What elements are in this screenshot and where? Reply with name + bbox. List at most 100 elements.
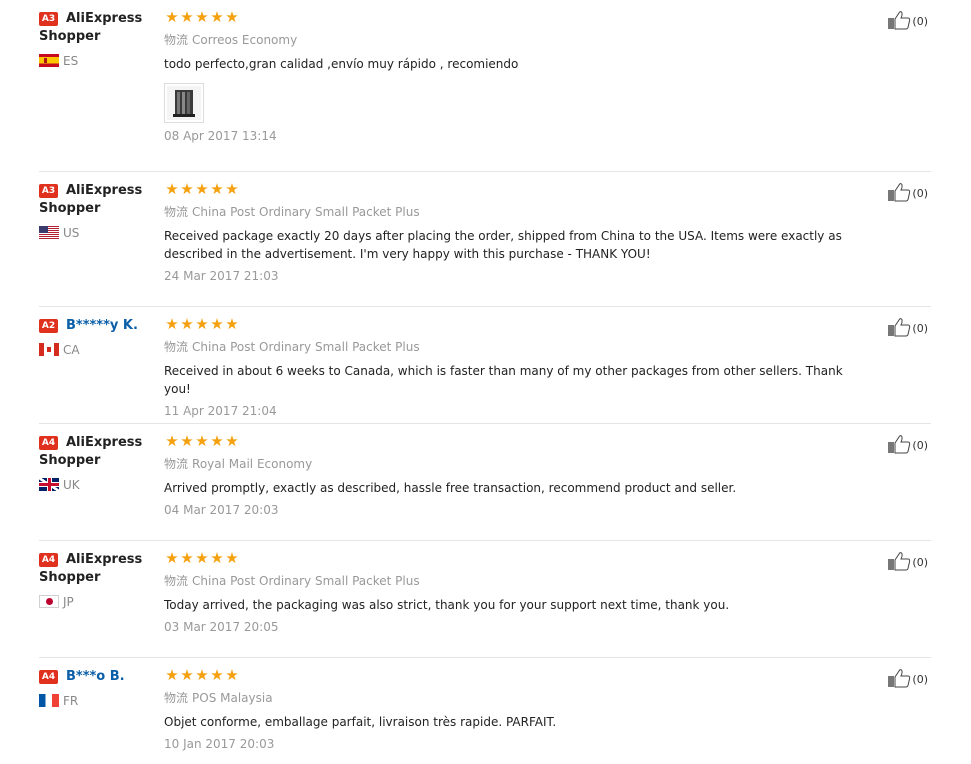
- reviewer-name: AliExpress: [66, 435, 143, 450]
- reviewer-name: AliExpress: [66, 11, 143, 26]
- star-icon: ★: [180, 432, 193, 450]
- logistics-icon: 物流: [164, 205, 189, 219]
- star-icon: ★: [180, 549, 193, 567]
- review-text: Today arrived, the packaging was also st…: [164, 598, 730, 612]
- helpful-count: (0): [912, 673, 928, 686]
- helpful-count: (0): [912, 322, 928, 335]
- helpful-button[interactable]: (0): [887, 10, 928, 30]
- canada-flag-icon: [39, 343, 59, 356]
- star-icon: ★: [225, 666, 238, 684]
- reviewer-name-line2: Shopper: [39, 453, 101, 468]
- japan-flag-icon: [39, 595, 59, 608]
- helpful-button[interactable]: (0): [887, 551, 928, 571]
- helpful-button[interactable]: (0): [887, 668, 928, 688]
- review-text: Arrived promptly, exactly as described, …: [164, 481, 737, 495]
- star-icon: ★: [180, 180, 193, 198]
- star-rating: ★ ★ ★ ★ ★: [164, 10, 861, 25]
- uk-flag-icon: [39, 478, 59, 491]
- helpful-button[interactable]: (0): [887, 317, 928, 337]
- star-icon: ★: [225, 549, 238, 567]
- review-text: Received package exactly 20 days after p…: [164, 229, 842, 261]
- thumbs-up-icon: [888, 183, 911, 202]
- review-date: 08 Apr 2017 13:14: [164, 129, 277, 143]
- reviewer-name: AliExpress: [66, 552, 143, 567]
- star-icon: ★: [225, 315, 238, 333]
- shipping-method: Royal Mail Economy: [192, 457, 313, 471]
- review-date: 10 Jan 2017 20:03: [164, 737, 275, 751]
- review-date: 11 Apr 2017 21:04: [164, 404, 277, 418]
- star-icon: ★: [225, 180, 238, 198]
- star-icon: ★: [210, 180, 223, 198]
- star-icon: ★: [210, 315, 223, 333]
- star-icon: ★: [195, 315, 208, 333]
- review-date: 04 Mar 2017 20:03: [164, 503, 279, 517]
- star-rating: ★ ★ ★ ★ ★: [164, 668, 861, 683]
- thumbs-up-icon: [888, 669, 911, 688]
- reviewer-name-line2: Shopper: [39, 29, 101, 44]
- buyer-level-badge: A3: [39, 184, 58, 198]
- reviewer-name-line2: Shopper: [39, 201, 101, 216]
- france-flag-icon: [39, 694, 59, 707]
- helpful-count: (0): [912, 439, 928, 452]
- review-item: A4 B***o B. FR ★ ★ ★ ★ ★ 物流 POS Malaysia Objet…: [39, 658, 931, 764]
- review-list: A3 AliExpress Shopper ES ★ ★ ★ ★ ★ 物流 Correos …: [39, 0, 931, 764]
- shipping-method: POS Malaysia: [192, 691, 273, 705]
- review-item: A3 AliExpress Shopper US ★ ★ ★ ★ ★ 物流 China Po…: [39, 172, 931, 307]
- star-icon: ★: [210, 8, 223, 26]
- review-item: A4 AliExpress Shopper UK ★ ★ ★ ★ ★ 物流 Royal Ma…: [39, 424, 931, 541]
- star-icon: ★: [210, 549, 223, 567]
- star-rating: ★ ★ ★ ★ ★: [164, 317, 861, 332]
- star-icon: ★: [195, 666, 208, 684]
- thumbs-up-icon: [888, 435, 911, 454]
- buyer-level-badge: A4: [39, 553, 58, 567]
- reviewer: A3 AliExpress Shopper US: [39, 182, 157, 240]
- thumbs-up-icon: [888, 11, 911, 30]
- star-icon: ★: [165, 180, 178, 198]
- shipping-method: Correos Economy: [192, 33, 298, 47]
- helpful-count: (0): [912, 15, 928, 28]
- review-item: A3 AliExpress Shopper ES ★ ★ ★ ★ ★ 物流 Correos …: [39, 0, 931, 172]
- review-text: Received in about 6 weeks to Canada, whi…: [164, 364, 843, 396]
- star-rating: ★ ★ ★ ★ ★: [164, 434, 861, 449]
- shipping-method: China Post Ordinary Small Packet Plus: [192, 574, 420, 588]
- thumbs-up-icon: [888, 552, 911, 571]
- country-code: UK: [63, 478, 80, 492]
- reviewer: A3 AliExpress Shopper ES: [39, 10, 157, 68]
- star-icon: ★: [165, 432, 178, 450]
- review-photo-thumbnail[interactable]: [164, 83, 204, 123]
- helpful-button[interactable]: (0): [887, 182, 928, 202]
- star-icon: ★: [165, 549, 178, 567]
- reviewer: A4 AliExpress Shopper JP: [39, 551, 157, 609]
- star-icon: ★: [195, 432, 208, 450]
- logistics-icon: 物流: [164, 33, 189, 47]
- star-icon: ★: [165, 315, 178, 333]
- country-code: ES: [63, 54, 79, 68]
- country-code: CA: [63, 343, 80, 357]
- helpful-button[interactable]: (0): [887, 434, 928, 454]
- star-icon: ★: [180, 8, 193, 26]
- review-text: Objet conforme, emballage parfait, livra…: [164, 715, 557, 729]
- reviewer-name-line2: Shopper: [39, 570, 101, 585]
- product-photo-icon: [167, 86, 201, 120]
- star-icon: ★: [225, 432, 238, 450]
- star-icon: ★: [180, 666, 193, 684]
- review-date: 03 Mar 2017 20:05: [164, 620, 279, 634]
- review-text: todo perfecto,gran calidad ,envío muy rá…: [164, 57, 519, 71]
- shipping-method: China Post Ordinary Small Packet Plus: [192, 340, 420, 354]
- spain-flag-icon: [39, 54, 59, 67]
- logistics-icon: 物流: [164, 574, 189, 588]
- star-icon: ★: [195, 180, 208, 198]
- review-item: A4 AliExpress Shopper JP ★ ★ ★ ★ ★ 物流 China Po…: [39, 541, 931, 658]
- reviewer-name: AliExpress: [66, 183, 143, 198]
- reviewer: A2 B*****y K. CA: [39, 317, 157, 357]
- review-date: 24 Mar 2017 21:03: [164, 269, 279, 283]
- star-rating: ★ ★ ★ ★ ★: [164, 182, 861, 197]
- helpful-count: (0): [912, 556, 928, 569]
- star-icon: ★: [210, 432, 223, 450]
- reviewer-name: B*****y K.: [66, 318, 138, 333]
- reviewer: A4 B***o B. FR: [39, 668, 157, 708]
- shipping-method: China Post Ordinary Small Packet Plus: [192, 205, 420, 219]
- logistics-icon: 物流: [164, 691, 189, 705]
- review-item: A2 B*****y K. CA ★ ★ ★ ★ ★ 物流 China Post Ordin…: [39, 307, 931, 424]
- logistics-icon: 物流: [164, 457, 189, 471]
